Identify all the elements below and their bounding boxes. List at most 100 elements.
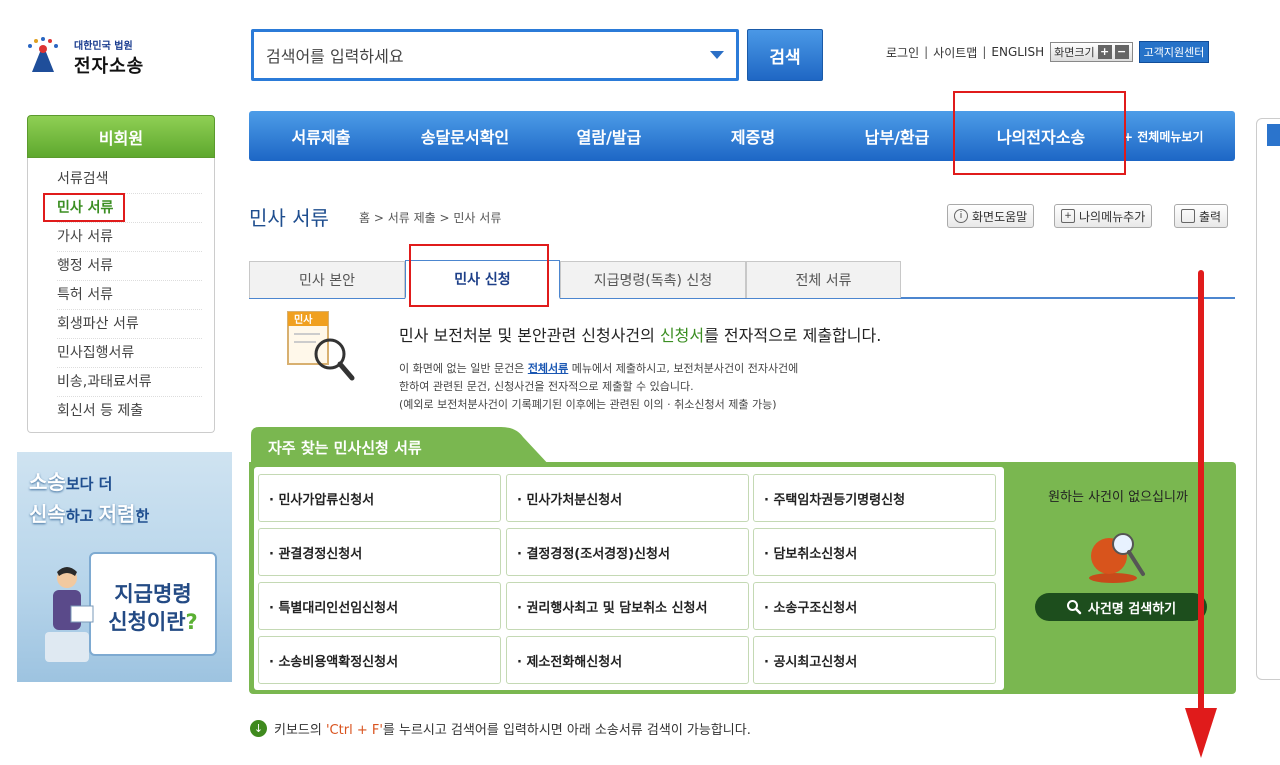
info-heading-text: 민사 보전처분 및 본안관련 신청사건의 (399, 326, 660, 345)
banner-line-2: 신속하고 저렴한 (29, 498, 149, 527)
all-menu-button[interactable]: + 전체메뉴보기 (1123, 128, 1203, 145)
support-center-button[interactable]: 고객지원센터 (1138, 41, 1210, 63)
search-button[interactable]: 검색 (747, 29, 823, 81)
tab-payment-order[interactable]: 지급명령(독촉) 신청 (560, 261, 746, 298)
sidebar-item-bankruptcy[interactable]: 회생파산 서류 (57, 310, 202, 339)
sidebar-item-doc-search[interactable]: 서류검색 (57, 165, 202, 194)
printer-icon (1181, 209, 1195, 223)
zoom-in-button[interactable]: + (1097, 45, 1112, 59)
logo-small-text: 대한민국 법원 (74, 41, 133, 52)
case-name-search-label: 사건명 검색하기 (1087, 601, 1177, 617)
sidebar-item-non-contentious[interactable]: 비송,과태료서류 (57, 368, 202, 397)
question-mark-icon: ? (185, 610, 198, 634)
person-reading-icon (45, 567, 94, 662)
doc-icon-label: 민사 (294, 313, 313, 326)
doc-link-public-notice[interactable]: · 공시최고신청서 (753, 636, 996, 684)
print-button[interactable]: 출력 (1174, 204, 1229, 228)
zoom-label: 화면크기 (1054, 46, 1095, 59)
banner-word: 소송 (29, 470, 66, 494)
calendar-card: 지급명령 신청이란? (89, 552, 217, 656)
search-input[interactable] (266, 42, 696, 70)
info-paragraph-3: (예외로 보전처분사건이 기록폐기된 이후에는 관련된 이의 · 취소신청서 제… (399, 398, 777, 411)
screen-help-label: 화면도움말 (972, 209, 1028, 224)
tab-all-documents[interactable]: 전체 서류 (746, 261, 901, 298)
doc-link-special-agent[interactable]: · 특별대리인선임신청서 (258, 582, 501, 630)
doc-link-litigation-aid[interactable]: · 소송구조신청서 (753, 582, 996, 630)
info-text: 이 화면에 없는 일반 문건은 (399, 362, 528, 375)
zoom-control: 화면크기 + − (1050, 42, 1133, 62)
document-magnifier-icon: 민사 (287, 311, 355, 381)
info-paragraph-2: 한하여 관련된 문건, 신청사건을 전자적으로 제출할 수 있습니다. (399, 380, 694, 393)
sidebar-item-family[interactable]: 가사 서류 (57, 223, 202, 252)
nav-view-issue[interactable]: 열람/발급 (537, 124, 681, 148)
search-box (251, 29, 739, 81)
add-menu-icon: + (1061, 209, 1075, 223)
banner-card-text: 신청이란 (108, 610, 186, 634)
doc-link-judgment-correction[interactable]: · 관결경정신청서 (258, 528, 501, 576)
banner-line-1: 소송보다 더 (29, 466, 112, 495)
sitemap-link[interactable]: 사이트맵 (933, 44, 977, 61)
banner-word: 신속 (29, 502, 66, 526)
info-paragraph-1: 이 화면에 없는 일반 문건은 전체서류 메뉴에서 제출하시고, 보전처분사건이… (399, 360, 798, 376)
add-my-menu-button[interactable]: + 나의메뉴추가 (1054, 204, 1153, 228)
annotation-box-my-litigation (953, 91, 1126, 175)
payment-order-banner[interactable]: 소송보다 더 신속하고 저렴한 지급명령 신청이란? (17, 452, 232, 682)
doc-link-decision-correction[interactable]: · 결정경정(조서경정)신청서 (506, 528, 749, 576)
search-icon (1066, 600, 1082, 615)
zoom-out-button[interactable]: − (1114, 45, 1129, 59)
sidebar-item-patent[interactable]: 특허 서류 (57, 281, 202, 310)
info-heading-text: 를 전자적으로 제출합니다. (704, 326, 882, 345)
nav-document-submit[interactable]: 서류제출 (249, 124, 393, 148)
quick-menu-header (1267, 124, 1280, 146)
sidebar-item-admin[interactable]: 행정 서류 (57, 252, 202, 281)
print-label: 출력 (1199, 209, 1222, 224)
all-documents-link[interactable]: 전체서류 (528, 362, 568, 375)
annotation-arrow-shaft (1198, 270, 1204, 716)
hint-part: 키보드의 (274, 723, 326, 738)
divider: | (982, 45, 987, 59)
doc-link-provisional-attachment[interactable]: · 민사가압류신청서 (258, 474, 501, 522)
frequent-docs-title: 자주 찾는 민사신청 서류 (268, 439, 422, 457)
info-heading: 민사 보전처분 및 본안관련 신청사건의 신청서를 전자적으로 제출합니다. (399, 322, 881, 346)
chevron-down-icon[interactable] (710, 51, 724, 59)
hint-text: 키보드의 'Ctrl + F'를 누르시고 검색어를 입력하시면 아래 소송서류… (274, 719, 751, 738)
tab-civil-main[interactable]: 민사 본안 (249, 261, 405, 298)
info-text: 메뉴에서 제출하시고, 보전처분사건이 전자사건에 (568, 362, 799, 375)
page-title: 민사 서류 (249, 206, 329, 230)
case-search-icon (1089, 533, 1145, 583)
doc-link-costs-determination[interactable]: · 소송비용액확정신청서 (258, 636, 501, 684)
hint-part: 를 누르시고 검색어를 입력하시면 아래 소송서류 검색이 가능합니다. (382, 723, 751, 738)
add-my-menu-label: 나의메뉴추가 (1079, 209, 1146, 224)
sidebar-heading: 비회원 (27, 115, 215, 158)
doc-link-provisional-disposition[interactable]: · 민사가처분신청서 (506, 474, 749, 522)
doc-link-lease-registration[interactable]: · 주택임차권등기명령신청 (753, 474, 996, 522)
annotation-arrow-down-icon (1185, 708, 1217, 758)
banner-card-line-1: 지급명령 (114, 582, 192, 606)
info-icon: i (954, 209, 968, 223)
screen-help-button[interactable]: i 화면도움말 (947, 204, 1035, 228)
banner-word: 한 (135, 507, 150, 525)
divider: | (924, 45, 929, 59)
nav-payment-refund[interactable]: 납부/환급 (825, 124, 969, 148)
doc-link-pre-suit-settlement[interactable]: · 제소전화해신청서 (506, 636, 749, 684)
court-logo[interactable]: 대한민국 법원 전자소송 (22, 34, 152, 82)
nav-certificate[interactable]: 제증명 (681, 124, 825, 148)
nav-service-check[interactable]: 송달문서확인 (393, 124, 537, 148)
doc-link-rights-exercise[interactable]: · 권리행사최고 및 담보취소 신청서 (506, 582, 749, 630)
right-quick-menu[interactable] (1256, 118, 1280, 680)
doc-link-security-cancellation[interactable]: · 담보취소신청서 (753, 528, 996, 576)
banner-card-line-2: 신청이란? (91, 606, 215, 636)
breadcrumb: 홈 > 서류 제출 > 민사 서류 (359, 211, 502, 225)
info-heading-highlight: 신청서 (659, 326, 705, 345)
court-emblem-icon (28, 37, 58, 72)
banner-word: 하고 (65, 507, 99, 525)
sidebar-item-reply[interactable]: 회신서 등 제출 (57, 397, 202, 426)
sidebar-item-execution[interactable]: 민사집행서류 (57, 339, 202, 368)
case-name-search-button[interactable]: 사건명 검색하기 (1035, 593, 1207, 621)
login-link[interactable]: 로그인 (886, 44, 919, 61)
hint-key: 'Ctrl + F' (325, 723, 383, 738)
banner-word: 저렴 (98, 502, 136, 526)
no-case-text: 원하는 사건이 없으십니까 (1048, 490, 1188, 505)
utility-links: 로그인 | 사이트맵 | ENGLISH 화면크기 + − 고객지원센터 (886, 41, 1210, 63)
english-link[interactable]: ENGLISH (991, 45, 1044, 59)
